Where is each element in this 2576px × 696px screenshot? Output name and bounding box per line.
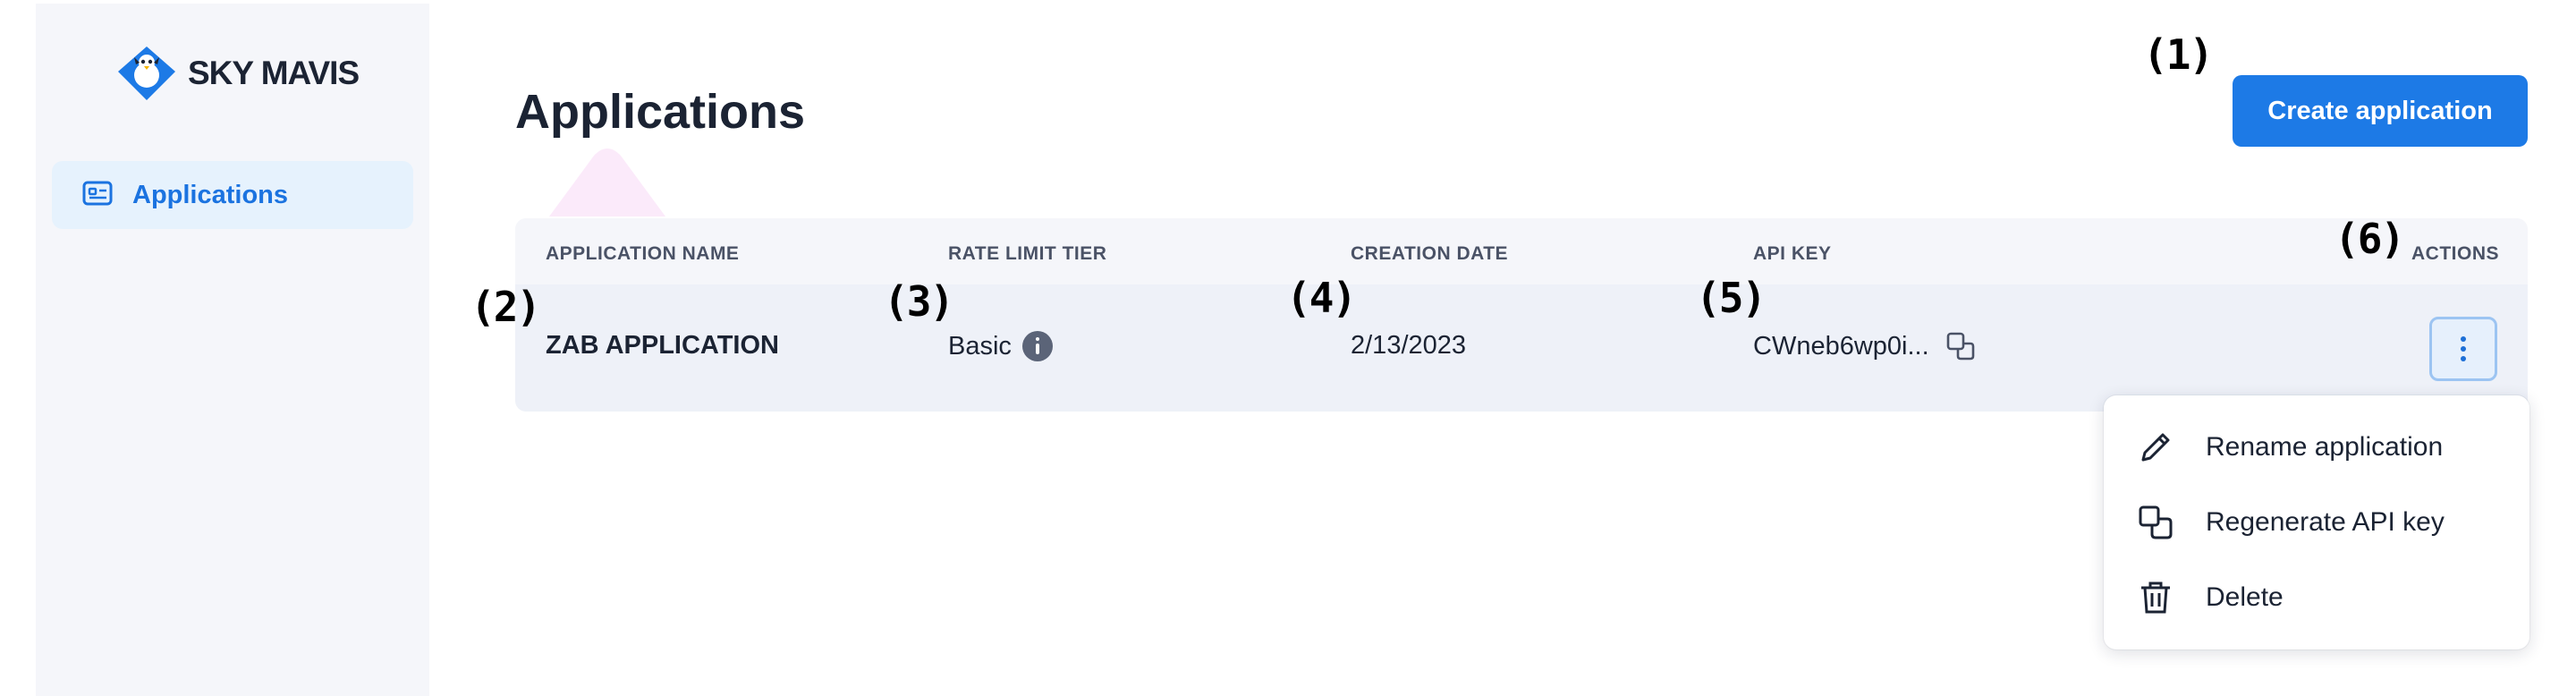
column-header-actions: ACTIONS [2411, 243, 2499, 264]
annotation-marker: (1) [2143, 30, 2214, 79]
page-title: Applications [515, 85, 806, 139]
brand-logo[interactable]: SKY MAVIS [114, 45, 360, 102]
annotation-marker: (6) [2334, 215, 2405, 263]
menu-item-delete[interactable]: Delete [2104, 562, 2529, 633]
annotation-marker: (2) [470, 283, 541, 331]
row-actions-button[interactable] [2429, 317, 2497, 381]
column-header-creation-date: CREATION DATE [1351, 243, 1509, 264]
id-card-icon [82, 181, 113, 210]
info-icon[interactable] [1021, 331, 1053, 361]
menu-item-rename-application[interactable]: Rename application [2104, 412, 2529, 483]
rate-limit-tier-value: Basic [948, 331, 1012, 361]
menu-item-regenerate-api-key[interactable]: Regenerate API key [2104, 487, 2529, 558]
column-header-application-name: APPLICATION NAME [546, 243, 740, 264]
pencil-icon [2141, 433, 2170, 462]
cell-application-name: ZAB APPLICATION [546, 331, 779, 360]
annotation-marker: (4) [1286, 274, 1357, 322]
sidebar-item-applications[interactable]: Applications [52, 161, 413, 229]
decorative-shape [549, 149, 665, 216]
copy-icon [2139, 505, 2173, 539]
trash-icon [2141, 581, 2170, 614]
sidebar-item-label: Applications [132, 180, 289, 209]
copy-icon[interactable] [1945, 331, 1976, 361]
table-row[interactable]: ZAB APPLICATION Basic 2/13/2023 CWneb6wp… [515, 284, 2528, 412]
cell-rate-limit-tier: Basic [948, 331, 1053, 361]
column-header-rate-limit-tier: RATE LIMIT TIER [948, 243, 1107, 264]
kebab-icon [2461, 336, 2466, 342]
brand-name: SKY MAVIS [188, 55, 360, 91]
kebab-dot [2461, 346, 2466, 352]
cell-creation-date: 2/13/2023 [1351, 331, 1467, 360]
sky-mavis-logo-icon [114, 45, 179, 102]
annotation-marker: (3) [884, 277, 954, 326]
table-header: APPLICATION NAME RATE LIMIT TIER CREATIO… [515, 218, 2528, 284]
menu-item-label: Rename application [2206, 432, 2444, 462]
cell-api-key: CWneb6wp0i... [1753, 331, 1976, 361]
sidebar: SKY MAVIS Applications [36, 4, 429, 696]
annotation-marker: (5) [1696, 274, 1767, 322]
api-key-value: CWneb6wp0i... [1753, 331, 1929, 361]
row-actions-menu: Rename application Regenerate API key De… [2104, 395, 2529, 649]
column-header-api-key: API KEY [1753, 243, 1832, 264]
kebab-dot [2461, 356, 2466, 361]
create-application-button[interactable]: Create application [2233, 75, 2528, 147]
menu-item-label: Delete [2206, 582, 2284, 612]
menu-item-label: Regenerate API key [2206, 507, 2445, 537]
